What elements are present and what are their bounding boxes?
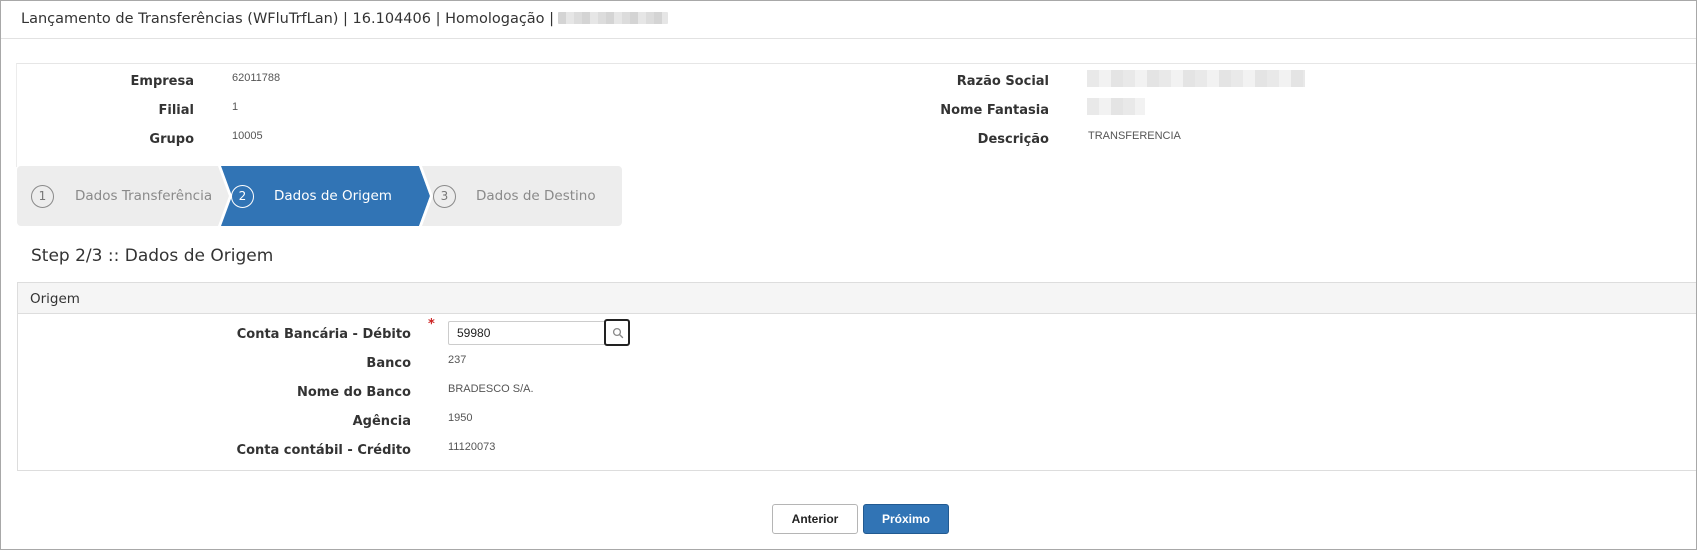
step-number-3: 3 [433, 185, 456, 208]
wizard-step-2[interactable]: 2 Dados de Origem [231, 166, 421, 226]
descricao-value: TRANSFERENCIA [1088, 130, 1181, 142]
step-number-1: 1 [31, 185, 54, 208]
step-label-1: Dados Transferência [75, 188, 213, 204]
conta-bancaria-label: Conta Bancária - Débito [236, 327, 411, 342]
application-window: Lançamento de Transferências (WFluTrfLan… [0, 0, 1697, 550]
redacted-environment [558, 12, 669, 24]
nome-fantasia-value-redacted [1087, 98, 1145, 115]
descricao-label: Descrição [977, 132, 1049, 147]
step-heading: Step 2/3 :: Dados de Origem [31, 246, 274, 266]
agencia-label: Agência [352, 414, 411, 429]
nome-banco-label: Nome do Banco [296, 385, 411, 400]
filial-label: Filial [158, 103, 194, 118]
origem-title: Origem [30, 291, 80, 307]
conta-bancaria-lookup-button[interactable] [604, 319, 630, 346]
grupo-value: 10005 [232, 130, 263, 142]
filial-value: 1 [232, 101, 239, 113]
nome-fantasia-label: Nome Fantasia [940, 103, 1049, 118]
step-number-2: 2 [231, 185, 254, 208]
agencia-value: 1950 [448, 412, 473, 424]
wizard-step-1[interactable]: 1 Dados Transferência [17, 166, 217, 226]
empresa-label: Empresa [130, 74, 194, 89]
window-title-text: Lançamento de Transferências (WFluTrfLan… [21, 11, 555, 27]
conta-contabil-value: 11120073 [448, 441, 496, 453]
window-title: Lançamento de Transferências (WFluTrfLan… [21, 11, 669, 27]
step-label-3: Dados de Destino [476, 188, 596, 204]
banco-label: Banco [366, 356, 411, 371]
search-icon [612, 327, 624, 339]
step-label-2: Dados de Origem [274, 188, 392, 204]
conta-bancaria-input[interactable] [448, 321, 605, 345]
proximo-button[interactable]: Próximo [863, 504, 949, 534]
required-indicator: * [428, 317, 435, 332]
title-bar: Lançamento de Transferências (WFluTrfLan… [1, 1, 1696, 39]
empresa-value: 62011788 [232, 72, 281, 84]
origem-panel-header: Origem [18, 283, 1696, 314]
wizard-step-3[interactable]: 3 Dados de Destino [433, 166, 622, 226]
anterior-button[interactable]: Anterior [772, 504, 858, 534]
banco-value: 237 [448, 354, 467, 366]
conta-contabil-label: Conta contábil - Crédito [236, 443, 411, 458]
razao-social-label: Razão Social [956, 74, 1049, 89]
nome-banco-value: BRADESCO S/A. [448, 383, 534, 395]
wizard-steps: 1 Dados Transferência 2 Dados de Origem … [17, 166, 622, 226]
razao-social-value-redacted [1087, 70, 1305, 87]
grupo-label: Grupo [149, 132, 194, 147]
